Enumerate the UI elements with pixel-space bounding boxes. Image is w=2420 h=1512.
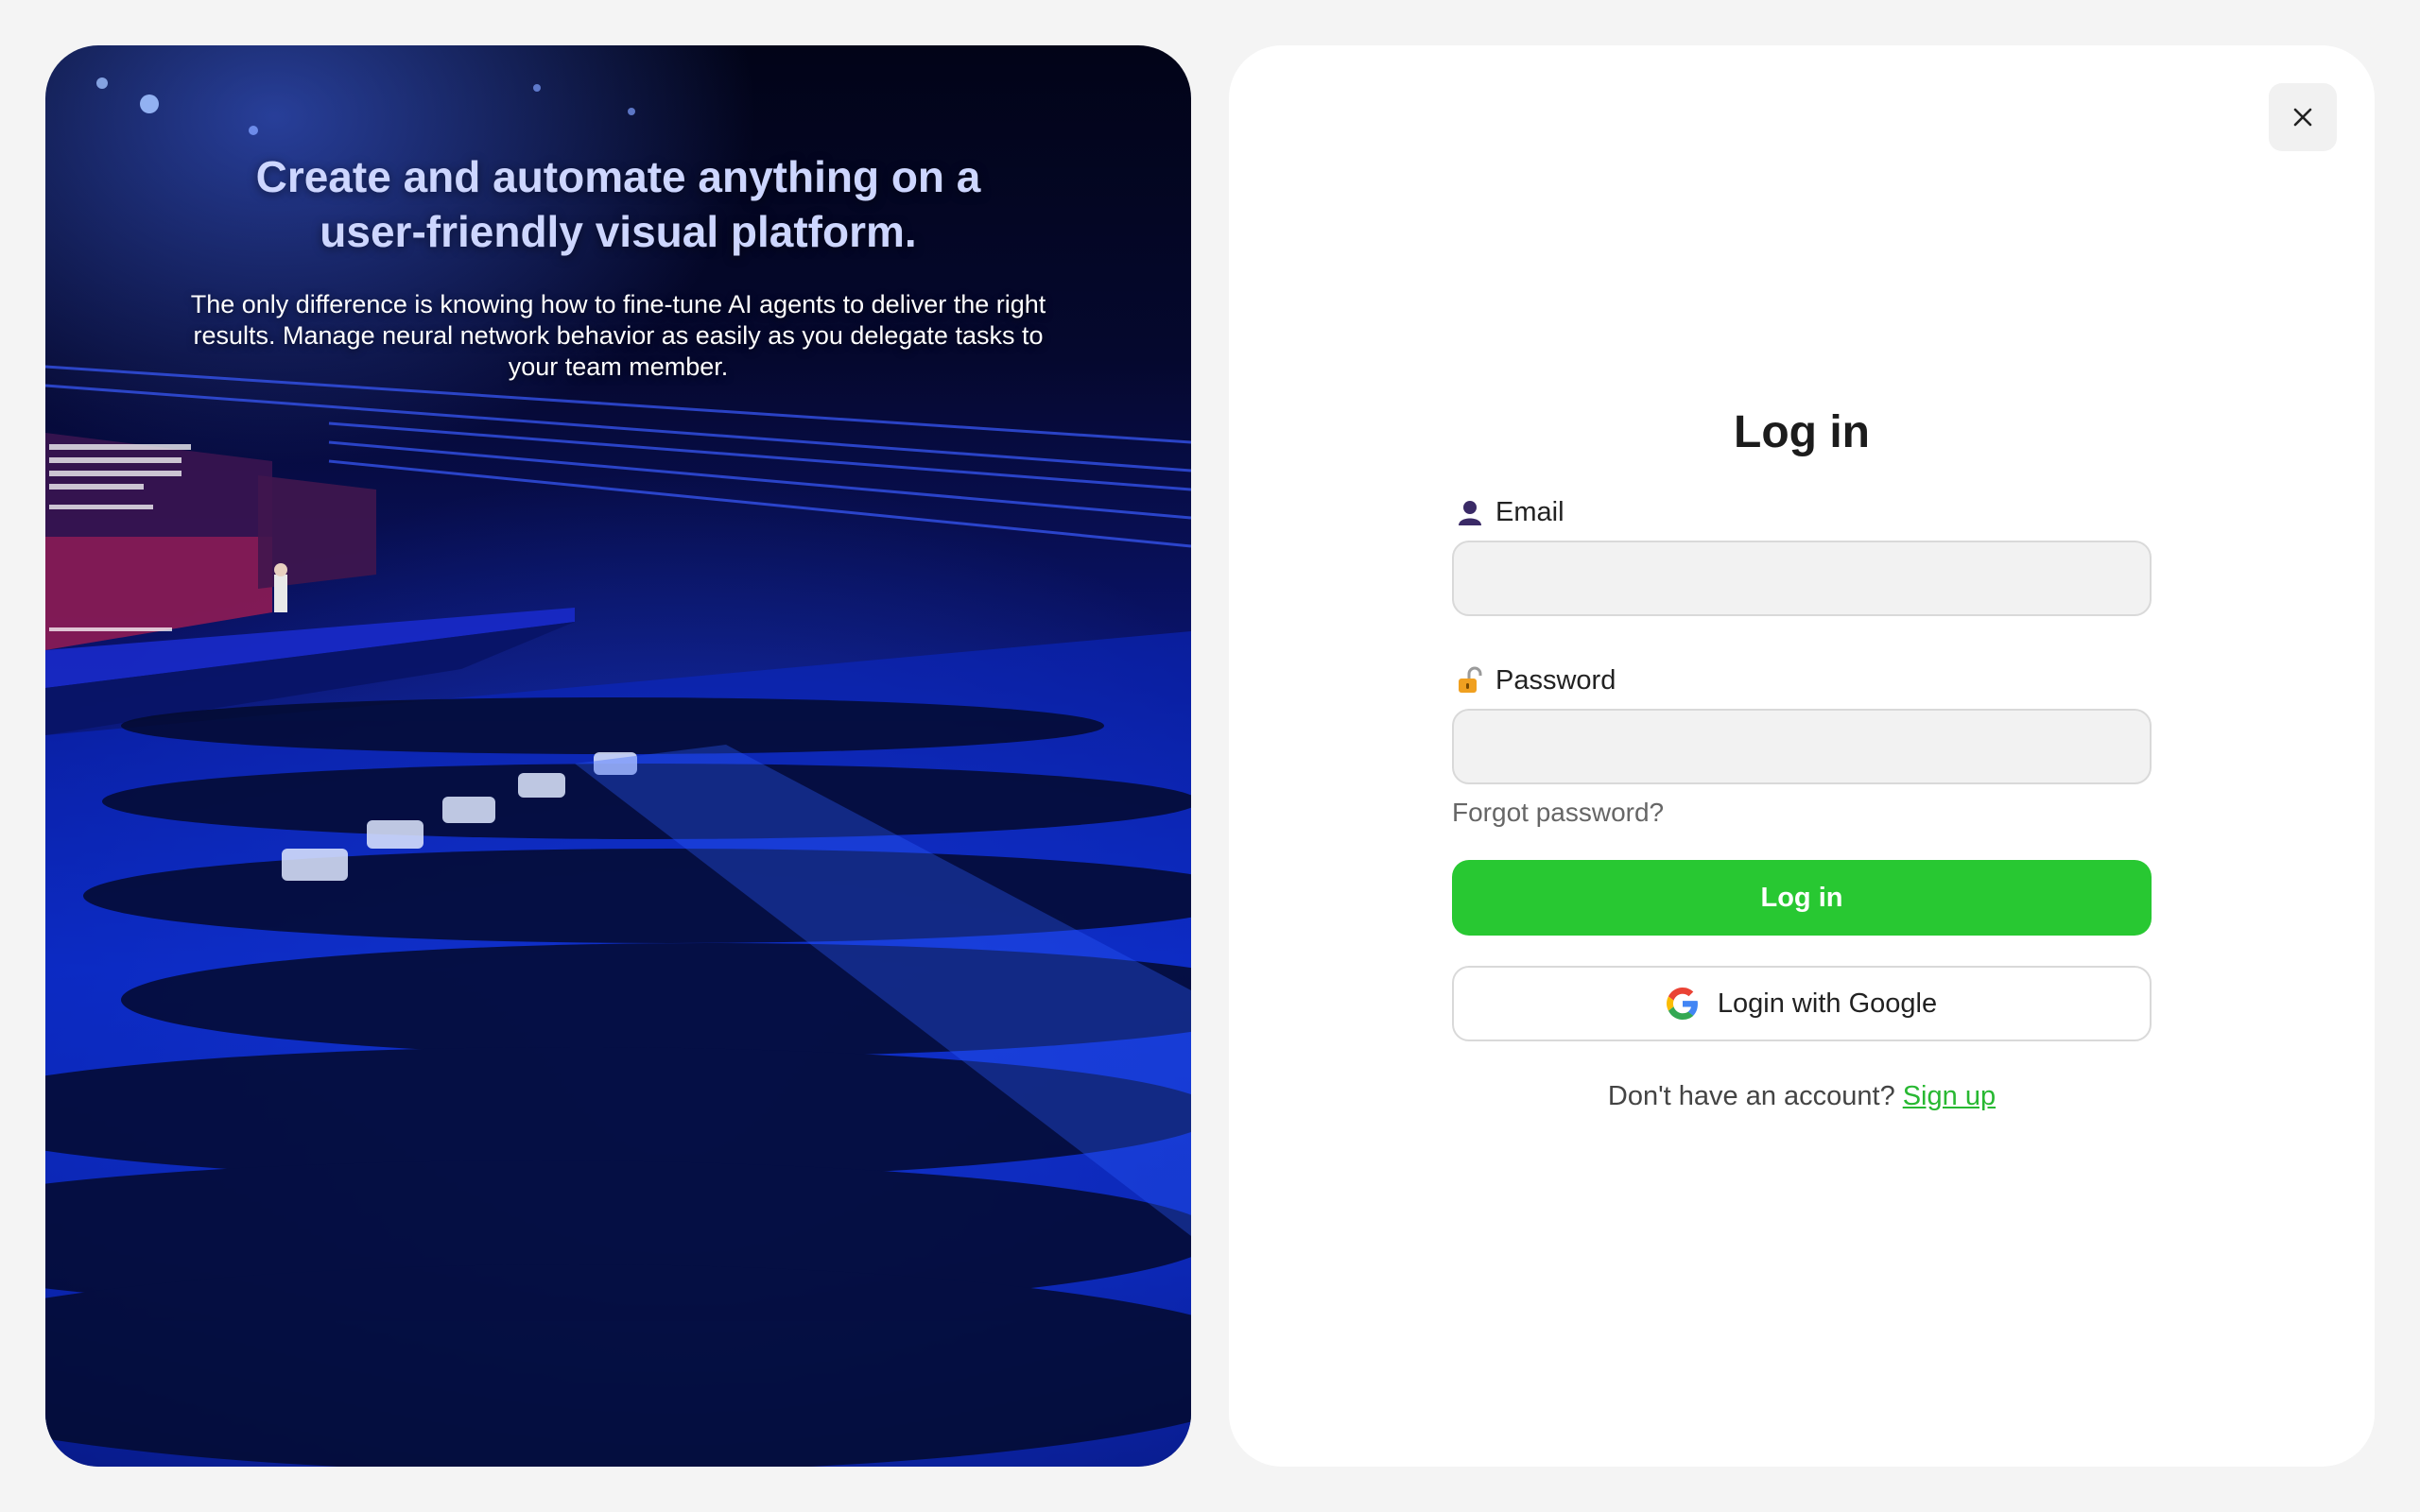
- forgot-password-link[interactable]: Forgot password?: [1452, 798, 1664, 828]
- google-login-button[interactable]: Login with Google: [1452, 966, 2152, 1041]
- password-field[interactable]: [1452, 709, 2152, 784]
- google-icon: [1666, 988, 1698, 1020]
- hero-headline: Create and automate anything on a user-f…: [45, 149, 1191, 259]
- signup-link[interactable]: Sign up: [1903, 1081, 1996, 1111]
- signup-prompt: Don't have an account?: [1607, 1081, 1895, 1111]
- login-button[interactable]: Log in: [1452, 860, 2152, 936]
- login-page: Create and automate anything on a user-f…: [0, 0, 2420, 1512]
- hero-panel: Create and automate anything on a user-f…: [45, 45, 1191, 1467]
- close-button[interactable]: [2269, 83, 2337, 151]
- close-icon: [2293, 108, 2312, 127]
- hero-headline-line-1: Create and automate anything on a: [255, 152, 981, 201]
- hero-headline-line-2: user-friendly visual platform.: [320, 207, 917, 256]
- hero-subtext: The only difference is knowing how to fi…: [190, 290, 1046, 381]
- login-form: Log in Email Password Forgot password? L…: [1452, 404, 2152, 1112]
- email-label: Email: [1456, 493, 2152, 531]
- email-field[interactable]: [1452, 541, 2152, 616]
- login-panel: Log in Email Password Forgot password? L…: [1229, 45, 2375, 1467]
- password-label-text: Password: [1495, 664, 1616, 696]
- password-label: Password: [1456, 662, 2152, 699]
- email-label-text: Email: [1495, 496, 1564, 527]
- form-title: Log in: [1734, 407, 1870, 457]
- user-icon: [1456, 498, 1484, 526]
- unlock-icon: [1456, 666, 1484, 695]
- google-login-label: Login with Google: [1717, 988, 1938, 1019]
- signup-row: Don't have an account? Sign up: [1452, 1081, 2152, 1112]
